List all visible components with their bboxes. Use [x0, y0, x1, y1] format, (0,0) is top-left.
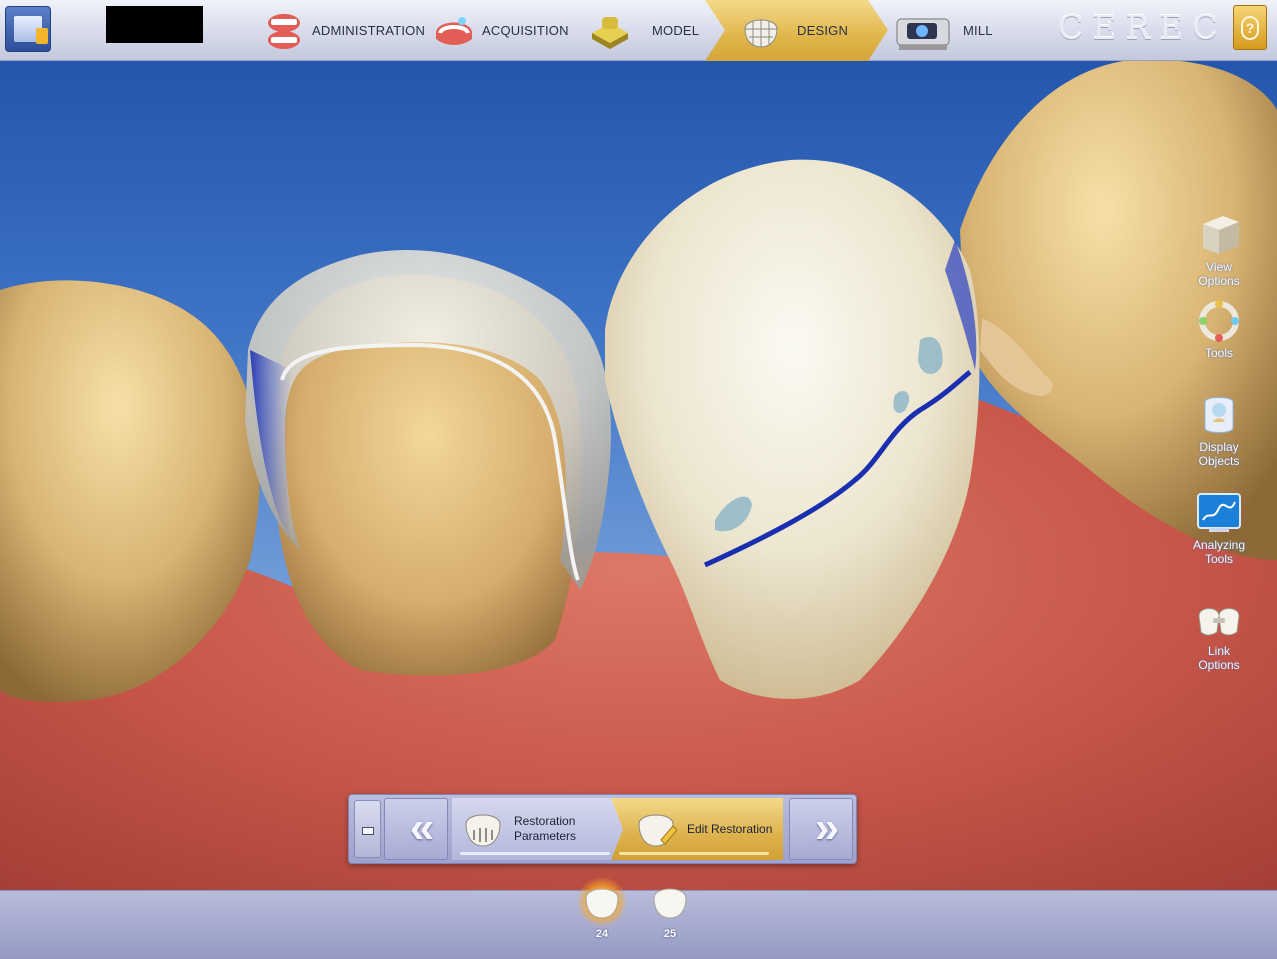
- linked-crowns-icon: [1195, 596, 1243, 642]
- step-indicator: [460, 852, 610, 855]
- phase-model[interactable]: MODEL: [588, 0, 708, 61]
- brand-logo: CEREC: [1058, 8, 1227, 47]
- analysis-chart-icon: [1195, 490, 1243, 536]
- app-menu-button[interactable]: [5, 6, 51, 52]
- next-step-button[interactable]: »: [789, 798, 853, 860]
- help-button[interactable]: ?: [1233, 5, 1267, 50]
- phase-label: ACQUISITION: [482, 23, 569, 38]
- dentures-icon: [262, 9, 306, 53]
- phase-label: ADMINISTRATION: [312, 23, 426, 38]
- edit-restoration-label: Edit Restoration: [687, 821, 773, 836]
- tooth-icon: [577, 877, 627, 927]
- phase-acquisition[interactable]: ACQUISITION: [432, 0, 582, 61]
- view-options-label: View Options: [1198, 260, 1240, 288]
- tooth-selector-bar: 24 25: [0, 877, 1277, 959]
- design-step-bar: « Restoration Parameters Edit Restoratio…: [348, 794, 857, 864]
- phase-label: DESIGN: [797, 23, 849, 38]
- phase-label: MILL: [963, 23, 993, 38]
- display-objects-label: Display Objects: [1198, 440, 1240, 468]
- link-options-label: Link Options: [1198, 644, 1240, 672]
- tooth-icon: [650, 882, 690, 922]
- scan-arch-icon: [432, 9, 476, 53]
- tooth-number: 25: [663, 928, 677, 940]
- display-objects-icon: [1195, 392, 1243, 438]
- tooth-24-button[interactable]: 24: [577, 877, 627, 946]
- model-block-icon: [588, 9, 632, 53]
- next-step-icon: »: [814, 803, 840, 852]
- analyzing-tools-button[interactable]: Analyzing Tools: [1187, 490, 1251, 566]
- workflow-bar: ADMINISTRATION ACQUISITION MODEL DESIGN …: [0, 0, 1277, 61]
- phase-design[interactable]: DESIGN: [705, 0, 888, 61]
- previous-step-button[interactable]: «: [384, 798, 448, 860]
- view-options-button[interactable]: View Options: [1187, 212, 1251, 288]
- crown-edit-icon: [633, 806, 679, 852]
- tool-ring-icon: [1195, 298, 1243, 344]
- analyzing-tools-label: Analyzing Tools: [1192, 538, 1246, 566]
- step-edit-restoration[interactable]: Edit Restoration: [611, 798, 783, 860]
- step-indicator: [619, 852, 769, 855]
- crown-mesh-icon: [739, 9, 783, 53]
- previous-step-icon: «: [409, 803, 435, 852]
- link-options-button[interactable]: Link Options: [1187, 596, 1251, 672]
- phase-label: MODEL: [652, 23, 700, 38]
- phase-administration[interactable]: ADMINISTRATION: [262, 0, 426, 61]
- tools-button[interactable]: Tools: [1187, 298, 1251, 360]
- tools-label: Tools: [1204, 346, 1233, 360]
- redacted-patient-info: [106, 6, 203, 43]
- tooth-number: 24: [595, 928, 609, 940]
- phase-mill[interactable]: MILL: [895, 0, 1015, 61]
- milling-unit-icon: [895, 9, 957, 53]
- pin-toolbar-button[interactable]: [354, 800, 381, 858]
- crown-parameters-icon: [460, 806, 506, 852]
- tooth-25-button[interactable]: 25: [646, 882, 694, 946]
- pin-icon: [362, 827, 374, 835]
- cube-icon: [1195, 212, 1243, 258]
- help-icon: ?: [1241, 16, 1259, 40]
- app-menu-icon: [14, 16, 48, 44]
- restoration-parameters-label: Restoration Parameters: [514, 814, 577, 843]
- display-objects-button[interactable]: Display Objects: [1187, 392, 1251, 468]
- step-restoration-parameters[interactable]: Restoration Parameters: [452, 798, 624, 860]
